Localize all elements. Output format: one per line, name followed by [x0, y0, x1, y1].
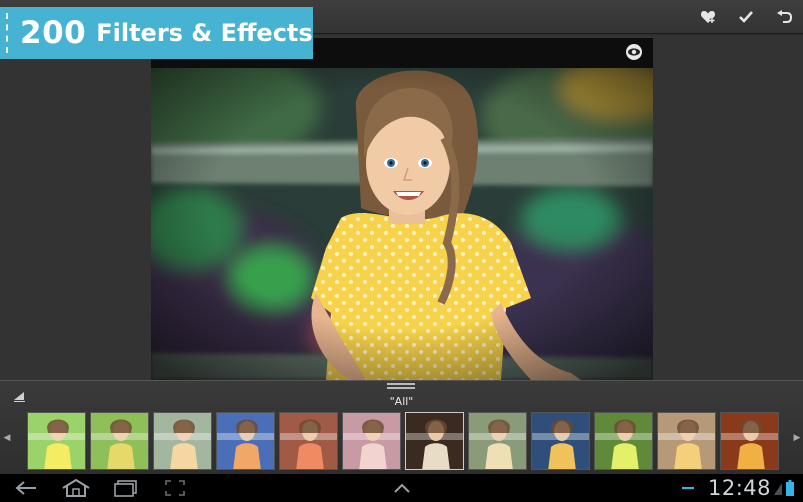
add-favorite-button[interactable] [689, 0, 727, 34]
photo-preview[interactable] [151, 38, 653, 380]
status-icons [770, 477, 796, 499]
back-arrow-icon [15, 481, 36, 495]
filter-thumbnail-strip[interactable] [27, 412, 779, 470]
recent-apps-icon [114, 480, 137, 497]
filter-thumbnail[interactable] [531, 412, 590, 470]
screenshot-button[interactable] [163, 477, 187, 499]
back-button[interactable] [12, 477, 40, 499]
filter-thumbnail[interactable] [657, 412, 716, 470]
editing-workspace [0, 35, 803, 380]
filter-thumbnail[interactable] [342, 412, 401, 470]
filter-thumbnail[interactable] [216, 412, 275, 470]
filter-thumbnail[interactable] [594, 412, 653, 470]
signal-icon [773, 483, 782, 495]
banner-number: 200 [20, 15, 87, 51]
filter-thumbnail[interactable] [279, 412, 338, 470]
battery-icon [785, 480, 794, 496]
system-navigation-bar: 12:48 [0, 474, 803, 502]
action-bar-buttons [689, 0, 803, 34]
home-icon [62, 479, 90, 497]
banner-text: Filters & Effects [96, 19, 313, 47]
apply-button[interactable] [727, 0, 765, 34]
notification-indicator[interactable] [680, 477, 696, 499]
filter-category-label: "All" [389, 395, 414, 408]
compare-original-button[interactable] [623, 43, 645, 61]
filter-thumbnail[interactable] [27, 412, 86, 470]
status-clock: 12:48 [708, 476, 772, 500]
undo-button[interactable] [765, 0, 803, 34]
filter-thumbnail[interactable] [468, 412, 527, 470]
girl-portrait-image [151, 68, 653, 380]
filter-panel: "All" ◀ ▶ [0, 380, 803, 474]
promo-banner: 200 Filters & Effects [0, 7, 313, 59]
filter-thumbnail[interactable] [90, 412, 149, 470]
filter-thumbnail[interactable] [405, 412, 464, 470]
recent-apps-button[interactable] [112, 477, 140, 499]
expand-panel-button[interactable] [390, 477, 414, 499]
chevron-up-icon [394, 483, 410, 493]
filter-thumbnail[interactable] [153, 412, 212, 470]
scroll-right-arrow[interactable]: ▶ [792, 433, 802, 447]
photo-image [151, 68, 653, 380]
home-button[interactable] [60, 477, 92, 499]
eye-icon [626, 44, 642, 60]
screenshot-icon [165, 480, 185, 496]
filter-thumbnail[interactable] [720, 412, 779, 470]
banner-stitch-decoration [6, 13, 8, 53]
scroll-left-arrow[interactable]: ◀ [2, 433, 12, 447]
undo-arrow-icon [777, 10, 792, 23]
checkmark-icon [739, 11, 753, 23]
panel-drag-handle[interactable] [387, 381, 415, 390]
heart-plus-icon [700, 11, 716, 23]
minus-icon [682, 487, 694, 489]
